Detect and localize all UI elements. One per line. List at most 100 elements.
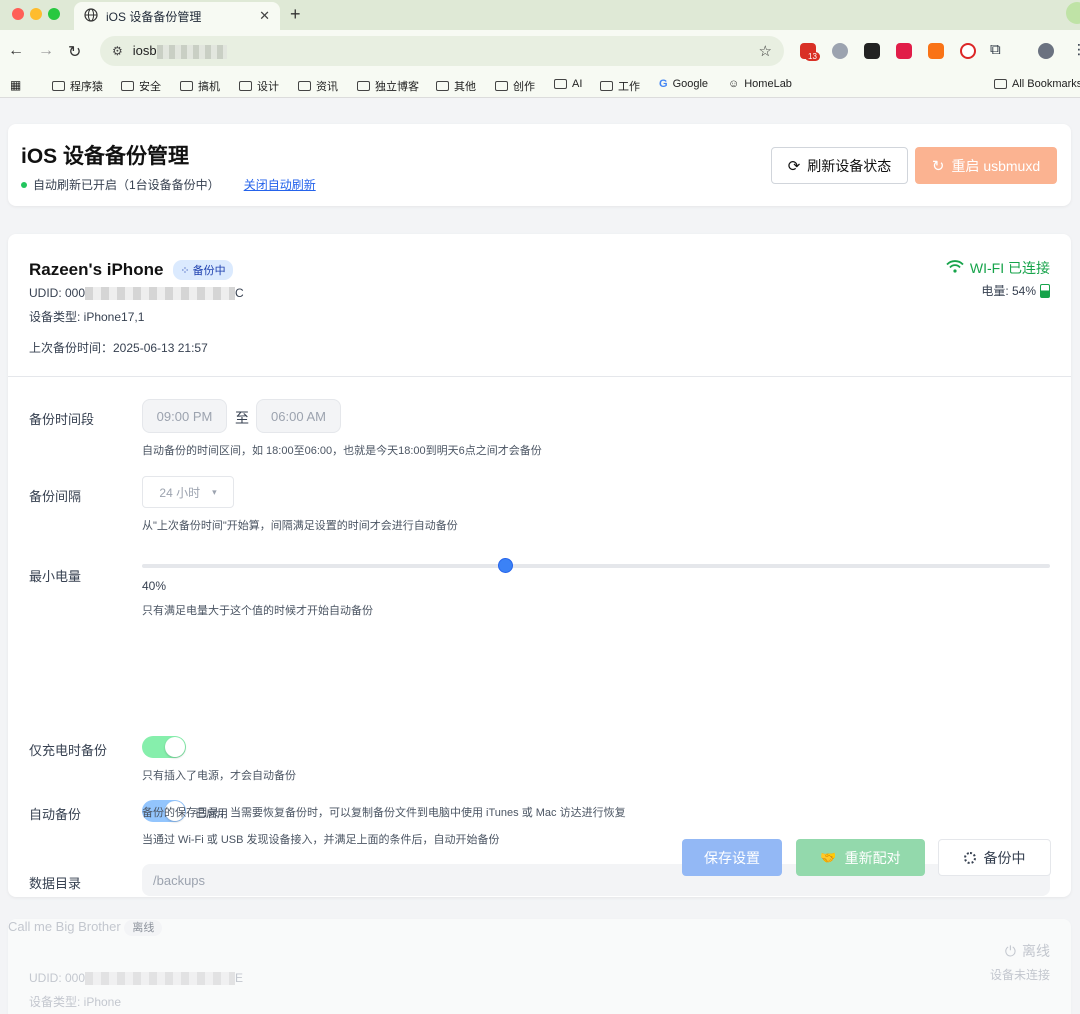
end-time-input[interactable]: 06:00 AM [256,399,341,433]
bookmark-folder[interactable]: 其他 [436,78,476,94]
folder-icon [121,81,134,91]
save-settings-button[interactable]: 保存设置 [682,839,782,876]
backup-window-label: 备份时间段 [29,412,95,427]
bookmark-folder[interactable]: AI [554,78,582,90]
avatar[interactable] [1038,43,1054,59]
google-icon: G [659,78,668,90]
to-label: 至 [235,410,249,426]
browser-toolbar: ← → ↻ ⚙ iosb ☆ 13 ⧉ ⋮ [0,30,1080,72]
menu-icon[interactable]: ⋮ [1072,41,1080,58]
refresh-status-button[interactable]: ⟳ 刷新设备状态 [771,147,908,184]
forward-icon[interactable]: → [38,42,54,60]
extension-icon[interactable] [928,43,944,59]
close-window-button[interactable] [12,8,24,20]
bookmark-folder[interactable]: 资讯 [298,78,338,94]
refresh-icon: ⟳ [787,157,801,175]
last-backup-time: 上次备份时间：2025-06-13 21:57 [29,341,208,355]
bookmark-folder[interactable]: 创作 [495,78,535,94]
bookmark-folder[interactable]: 程序猿 [52,78,103,94]
bookmark-folder[interactable]: 独立博客 [357,78,419,94]
maximize-window-button[interactable] [48,8,60,20]
redacted-url [156,44,227,59]
new-tab-button[interactable]: + [290,4,301,25]
bookmark-homelab[interactable]: ☺ HomeLab [728,78,792,90]
interval-label: 备份间隔 [29,489,82,504]
bookmark-folder[interactable]: 安全 [121,78,161,94]
puzzle-icon[interactable]: ⧉ [990,41,1001,58]
backing-up-button[interactable]: 备份中 [938,839,1051,876]
spinner-icon [963,851,976,864]
interval-select[interactable]: 24 小时 ▾ [142,476,234,508]
auto-refresh-status: 自动刷新已开启（1台设备备份中） 关闭自动刷新 [21,176,316,193]
chevron-down-icon: ▾ [212,486,217,497]
wifi-icon [946,260,964,276]
spinner-icon: ⁘ [180,264,190,277]
data-dir-help: 备份的保存目录，当需要恢复备份时，可以复制备份文件到电脑中使用 iTunes 或… [142,807,626,819]
bookmark-star-icon[interactable]: ☆ [759,42,772,60]
bookmark-folder[interactable]: 设计 [239,78,279,94]
restart-usbmuxd-button[interactable]: ↻ 重启 usbmuxd [915,147,1057,184]
bookmarks-bar: ▦ 程序猿 安全 搞机 设计 资讯 独立博客 其他 创作 AI 工作 G Goog… [0,72,1080,98]
offline-sub-status: 设备未连接 [989,968,1050,982]
offline-status: ⏻ 离线 [1004,942,1050,960]
repair-button[interactable]: 🤝 重新配对 [796,839,925,876]
header-card: iOS 设备备份管理 自动刷新已开启（1台设备备份中） 关闭自动刷新 ⟳ 刷新设… [8,124,1071,206]
device-card: Razeen's iPhone ⁘ 备份中 UDID: 000 C 设备类型: i… [8,234,1071,897]
charging-only-toggle[interactable] [142,736,186,758]
folder-icon [495,81,508,91]
minimize-window-button[interactable] [30,8,42,20]
folder-icon [357,81,370,91]
url-text: iosb [132,43,157,59]
toggle-knob [165,737,185,757]
device-udid: UDID: 000 C [29,286,244,301]
bookmark-folder[interactable]: 工作 [600,78,640,94]
page: iOS 设备备份管理 自动刷新已开启（1台设备备份中） 关闭自动刷新 ⟳ 刷新设… [0,103,1080,1014]
min-battery-help: 只有满足电量大于这个值的时候才开始自动备份 [142,605,373,617]
backup-window-help: 自动备份的时间区间，如 18:00至06:00，也就是今天18:00到明天6点之… [142,445,542,457]
battery-charging-icon [1040,283,1050,298]
charging-only-help: 只有插入了电源，才会自动备份 [142,770,296,782]
extension-icon[interactable] [832,43,848,59]
folder-icon [180,81,193,91]
bookmark-all[interactable]: All Bookmarks [994,78,1080,90]
device-type: 设备类型: iPhone [29,995,122,1009]
min-battery-label: 最小电量 [29,569,82,584]
folder-icon [298,81,311,91]
bookmark-folder[interactable]: 搞机 [180,78,220,94]
address-bar[interactable]: ⚙ iosb ☆ [100,36,784,66]
toggle-auto-refresh-link[interactable]: 关闭自动刷新 [244,176,316,193]
folder-icon [994,79,1007,89]
min-battery-slider-thumb[interactable] [497,558,513,573]
folder-icon [239,81,252,91]
folder-icon [554,79,567,89]
auto-backup-label: 自动备份 [29,807,82,822]
min-battery-slider-track[interactable] [142,564,1050,568]
connection-status: WI-FI 已连接 [946,258,1050,278]
device-udid: UDID: 000 E [29,971,244,986]
folder-icon [600,81,613,91]
globe-icon [84,7,98,25]
device-name: Call me Big Brother 离线 [8,919,1071,936]
site-settings-icon[interactable]: ⚙ [112,44,123,58]
start-time-input[interactable]: 09:00 PM [142,399,227,433]
device-name: Razeen's iPhone ⁘ 备份中 [29,260,233,280]
device-type: 设备类型: iPhone17,1 [29,310,145,324]
bookmark-google[interactable]: G Google [659,78,708,90]
bitwarden-icon[interactable] [864,43,880,59]
tab-title: iOS 设备备份管理 [106,9,202,24]
apps-grid-icon[interactable]: ▦ [10,78,21,92]
handshake-icon: 🤝 [820,849,837,865]
profile-menu-icon[interactable] [1066,2,1080,24]
auto-backup-help: 当通过 Wi-Fi 或 USB 发现设备接入，并满足上面的条件后，自动开始备份 [142,834,500,846]
browser-tab[interactable]: iOS 设备备份管理 ✕ [74,2,280,30]
battery-status: 电量: 54% [981,282,1050,299]
status-dot-icon [21,181,27,188]
redacted-udid [85,972,236,986]
extension-icon[interactable] [960,43,976,59]
reload-icon[interactable]: ↻ [68,42,81,62]
translate-extension-icon[interactable] [896,43,912,59]
divider [8,376,1071,377]
ext-badge: 13 [805,52,820,61]
back-icon[interactable]: ← [8,42,24,60]
close-tab-icon[interactable]: ✕ [259,8,270,24]
